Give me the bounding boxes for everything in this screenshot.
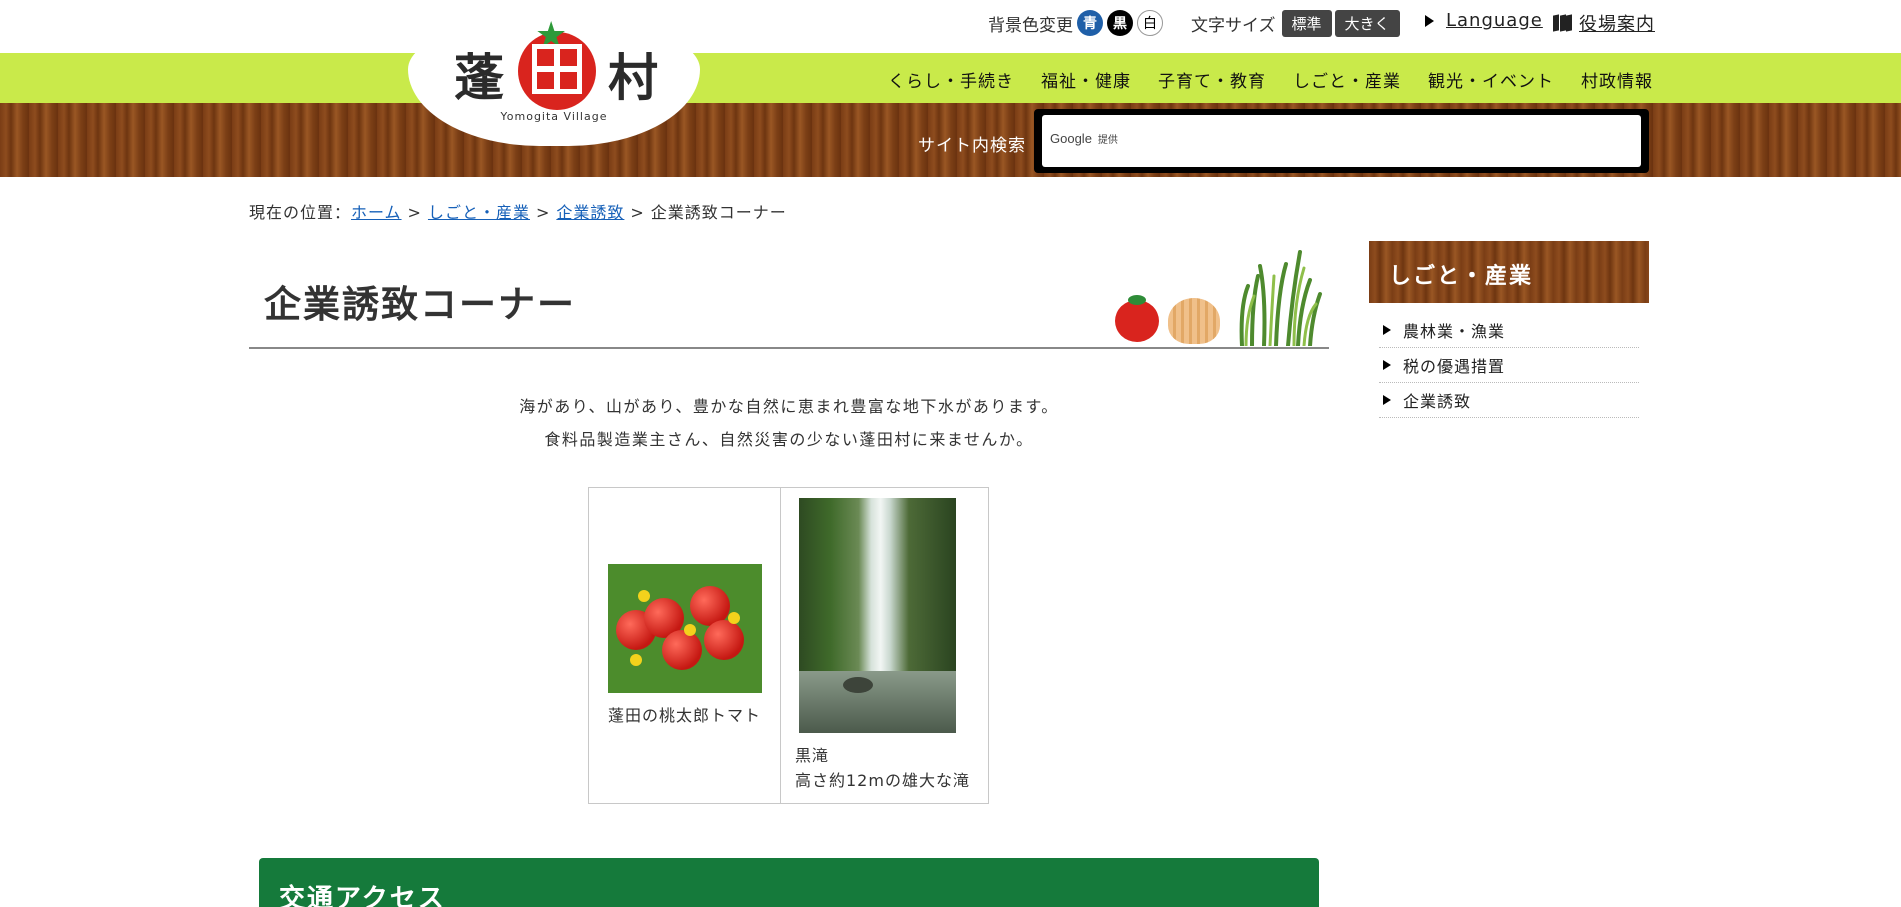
breadcrumb-invitation[interactable]: 企業誘致 — [556, 203, 624, 222]
sidebar-list: 農林業・漁業 税の優遇措置 企業誘致 — [1379, 313, 1639, 418]
bg-color-label: 背景色変更 — [988, 15, 1073, 36]
triangle-right-icon — [1383, 360, 1391, 370]
tomato-photo — [607, 563, 762, 693]
intro-line-2: 食料品製造業主さん、自然災害の少ない蓬田村に来ませんか。 — [544, 430, 1034, 449]
bg-blue-button[interactable]: 青 — [1077, 10, 1103, 36]
intro-line-1: 海があり、山があり、豊かな自然に恵まれ豊富な地下水があります。 — [519, 397, 1059, 416]
waterfall-caption-name: 黒滝 — [795, 746, 830, 765]
sidebar-item-invitation[interactable]: 企業誘致 — [1379, 383, 1639, 418]
access-section-header: 交通アクセス — [259, 858, 1319, 907]
sidebar-item-agriculture[interactable]: 農林業・漁業 — [1379, 313, 1639, 348]
office-guide-link[interactable]: 役場案内 — [1579, 10, 1655, 36]
nav-item-work[interactable]: しごと・産業 — [1293, 67, 1401, 92]
office-guide-group: 役場案内 — [1553, 10, 1655, 36]
search-input[interactable]: Google 提供 — [1042, 115, 1641, 167]
logo-subtitle: Yomogita Village — [500, 110, 608, 123]
nav-item-administration[interactable]: 村政情報 — [1581, 67, 1653, 92]
breadcrumb-work[interactable]: しごと・産業 — [428, 203, 530, 222]
waterfall-cell: 黒滝 高さ約12mの雄大な滝 — [780, 487, 989, 804]
sidebar-heading: しごと・産業 — [1369, 241, 1649, 303]
title-divider — [249, 347, 1329, 349]
breadcrumb: 現在の位置：ホーム > しごと・産業 > 企業誘致 > 企業誘致コーナー — [249, 203, 787, 222]
nav-item-childcare[interactable]: 子育て・教育 — [1158, 67, 1266, 92]
map-icon — [1553, 14, 1573, 32]
breadcrumb-prefix: 現在の位置： — [249, 203, 352, 222]
language-link-group: Language — [1425, 10, 1543, 31]
nav-item-welfare[interactable]: 福祉・健康 — [1041, 67, 1131, 92]
triangle-right-icon — [1383, 325, 1391, 335]
tomato-cell: 蓬田の桃太郎トマト — [588, 487, 781, 804]
logo-kanji-yomogi: 蓬 — [454, 48, 504, 107]
sidebar-heading-text: しごと・産業 — [1389, 264, 1534, 289]
intro-text: 海があり、山があり、豊かな自然に恵まれ豊富な地下水があります。 食料品製造業主さ… — [249, 390, 1329, 456]
page-title: 企業誘致コーナー — [264, 283, 576, 326]
scallop-shell-icon — [1168, 298, 1220, 344]
nav-list: くらし・手続き 福祉・健康 子育て・教育 しごと・産業 観光・イベント 村政情報 — [888, 67, 1680, 92]
tomato-caption: 蓬田の桃太郎トマト — [607, 705, 761, 725]
photo-table: 蓬田の桃太郎トマト 黒滝 高さ約12mの雄大な滝 — [588, 487, 989, 804]
font-size-label: 文字サイズ — [1191, 16, 1276, 36]
bg-white-button[interactable]: 白 — [1137, 10, 1163, 36]
language-link[interactable]: Language — [1446, 10, 1543, 31]
bg-color-switcher: 背景色変更 青 黒 白 — [988, 10, 1163, 36]
logo-kanji-mura: 村 — [608, 48, 658, 107]
triangle-right-icon — [1383, 395, 1391, 405]
search-box: Google 提供 — [1034, 109, 1649, 173]
nav-item-tourism[interactable]: 観光・イベント — [1428, 67, 1554, 92]
waterfall-caption-desc: 高さ約12mの雄大な滝 — [795, 771, 970, 790]
nav-item-living[interactable]: くらし・手続き — [888, 67, 1014, 92]
search-band: サイト内検索 Google 提供 — [0, 103, 1901, 177]
utility-bar: 背景色変更 青 黒 白 文字サイズ 標準 大きく Language 役場案内 — [0, 0, 1901, 53]
breadcrumb-current: 企業誘致コーナー — [650, 203, 787, 222]
tomato-illustration-icon — [1115, 295, 1159, 342]
breadcrumb-home[interactable]: ホーム — [351, 203, 402, 222]
font-size-switcher: 文字サイズ 標準 大きく — [1191, 10, 1400, 37]
bg-black-button[interactable]: 黒 — [1107, 10, 1133, 36]
den-kanji-icon — [532, 44, 582, 94]
waterfall-photo — [799, 498, 956, 733]
main-nav: くらし・手続き 福祉・健康 子育て・教育 しごと・産業 観光・イベント 村政情報 — [0, 53, 1901, 103]
sidebar-item-tax[interactable]: 税の優遇措置 — [1379, 348, 1639, 383]
access-section-title: 交通アクセス — [279, 884, 446, 907]
font-size-large-button[interactable]: 大きく — [1334, 10, 1400, 37]
grass-illustration-icon — [1239, 250, 1322, 346]
search-label: サイト内検索 — [918, 136, 1026, 156]
triangle-right-icon — [1425, 14, 1434, 27]
google-branding: Google 提供 — [1050, 131, 1118, 146]
font-size-standard-button[interactable]: 標準 — [1281, 10, 1332, 37]
